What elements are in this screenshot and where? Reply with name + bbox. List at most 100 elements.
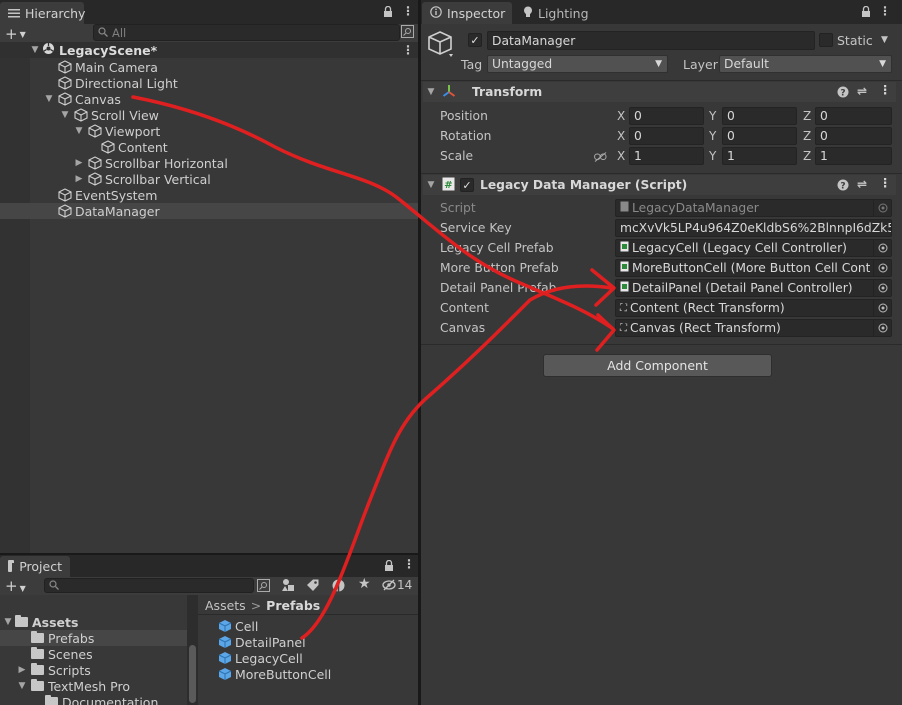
tree-item-documentation[interactable]: Documentation: [0, 694, 187, 705]
hierarchy-item-main-camera[interactable]: Main Camera: [0, 59, 418, 75]
hierarchy-item-directional-light[interactable]: Directional Light: [0, 75, 418, 91]
add-icon[interactable]: + ▼: [5, 25, 26, 43]
axis-x-label[interactable]: X: [617, 129, 625, 143]
object-picker-icon[interactable]: [873, 240, 891, 256]
lock-icon[interactable]: [861, 5, 871, 21]
scale-x-field[interactable]: 1: [629, 147, 704, 165]
tab-project[interactable]: Project: [0, 556, 70, 577]
fold-arrow-icon[interactable]: ▶: [74, 158, 84, 168]
fold-arrow-icon[interactable]: ▼: [74, 126, 84, 136]
object-picker-icon[interactable]: [873, 280, 891, 296]
position-x-field[interactable]: 0: [629, 107, 704, 125]
axis-z-label[interactable]: Z: [803, 129, 811, 143]
asset-item-morebuttoncell[interactable]: MoreButtonCell: [218, 666, 331, 682]
hierarchy-item-scrollbar-horizontal[interactable]: ▶ Scrollbar Horizontal: [0, 155, 418, 171]
hierarchy-item-eventsystem[interactable]: EventSystem: [0, 187, 418, 203]
tab-hierarchy[interactable]: Hierarchy: [0, 2, 85, 24]
scale-y-field[interactable]: 1: [722, 147, 797, 165]
component-menu-icon[interactable]: ⋮: [879, 83, 891, 97]
project-search-input[interactable]: [44, 578, 254, 593]
fold-arrow-icon[interactable]: ▼: [3, 617, 13, 627]
object-picker-icon[interactable]: [873, 320, 891, 336]
filter-log-icon[interactable]: [332, 579, 345, 595]
favorite-star-icon[interactable]: ★: [358, 576, 371, 592]
tree-item-scenes[interactable]: Scenes: [0, 646, 187, 662]
static-checkbox[interactable]: [819, 33, 833, 47]
hierarchy-search-input[interactable]: All: [93, 24, 400, 41]
more-button-prefab-field[interactable]: MoreButtonCell (More Button Cell Control…: [615, 259, 892, 277]
scale-z-field[interactable]: 1: [815, 147, 892, 165]
axis-y-label[interactable]: Y: [709, 149, 716, 163]
axis-x-label[interactable]: X: [617, 149, 625, 163]
hierarchy-item-datamanager[interactable]: DataManager: [0, 203, 418, 219]
content-field[interactable]: ⛶ Content (Rect Transform): [615, 299, 892, 317]
tab-lighting[interactable]: Lighting: [515, 2, 595, 24]
component-enabled-checkbox[interactable]: ✓: [460, 178, 474, 192]
add-component-button[interactable]: Add Component: [543, 354, 772, 377]
object-picker-icon[interactable]: [873, 200, 891, 216]
hierarchy-item-viewport[interactable]: ▼ Viewport: [0, 123, 418, 139]
object-picker-icon[interactable]: [873, 300, 891, 316]
tree-item-prefabs[interactable]: Prefabs: [0, 630, 187, 646]
hierarchy-item-scrollbar-vertical[interactable]: ▶ Scrollbar Vertical: [0, 171, 418, 187]
constrain-proportions-icon[interactable]: [594, 151, 607, 165]
more-menu-icon[interactable]: ⋮: [403, 557, 415, 571]
fold-arrow-icon[interactable]: ▼: [30, 45, 40, 55]
axis-z-label[interactable]: Z: [803, 109, 811, 123]
search-options-icon[interactable]: [257, 579, 270, 595]
breadcrumb-root[interactable]: Assets: [205, 598, 246, 613]
fold-arrow-icon[interactable]: ▶: [74, 174, 84, 184]
help-icon[interactable]: ?: [837, 86, 849, 101]
fold-arrow-icon[interactable]: ▼: [426, 180, 436, 190]
transform-header[interactable]: ▼ Transform ? ⇌ ⋮: [423, 82, 896, 102]
fold-arrow-icon[interactable]: ▼: [60, 110, 70, 120]
tree-item-scripts[interactable]: ▶ Scripts: [0, 662, 187, 678]
rotation-z-field[interactable]: 0: [815, 127, 892, 145]
object-picker-icon[interactable]: [873, 260, 891, 276]
active-checkbox[interactable]: ✓: [468, 33, 482, 47]
tree-item-textmesh-pro[interactable]: ▼ TextMesh Pro: [0, 678, 187, 694]
more-menu-icon[interactable]: ⋮: [402, 4, 414, 18]
script-component-header[interactable]: ▼ # ✓ Legacy Data Manager (Script) ? ⇌ ⋮: [423, 175, 896, 195]
axis-z-label[interactable]: Z: [803, 149, 811, 163]
fold-arrow-icon[interactable]: ▼: [44, 94, 54, 104]
legacy-cell-prefab-field[interactable]: LegacyCell (Legacy Cell Controller): [615, 239, 892, 257]
object-name-field[interactable]: DataManager: [487, 31, 815, 50]
service-key-field[interactable]: mcXvVk5LP4u964Z0eKldbS6%2BlnnpI6dZk520: [615, 219, 892, 237]
project-tree-scrollbar[interactable]: [187, 595, 198, 705]
tab-inspector[interactable]: Inspector: [422, 2, 512, 24]
hierarchy-item-content[interactable]: Content: [0, 139, 418, 155]
axis-x-label[interactable]: X: [617, 109, 625, 123]
filter-label-icon[interactable]: [306, 579, 319, 595]
fold-arrow-icon[interactable]: ▶: [17, 665, 27, 675]
layer-dropdown[interactable]: Default ▼: [719, 55, 892, 73]
tree-item-assets[interactable]: ▼ Assets: [0, 614, 187, 630]
asset-item-legacycell[interactable]: LegacyCell: [218, 650, 303, 666]
search-options-icon[interactable]: [401, 25, 414, 41]
position-z-field[interactable]: 0: [815, 107, 892, 125]
asset-item-detailpanel[interactable]: DetailPanel: [218, 634, 306, 650]
filter-type-icon[interactable]: [281, 578, 295, 595]
help-icon[interactable]: ?: [837, 179, 849, 194]
hierarchy-item-canvas[interactable]: ▼ Canvas: [0, 91, 418, 107]
preset-icon[interactable]: ⇌: [857, 84, 867, 98]
position-y-field[interactable]: 0: [722, 107, 797, 125]
hierarchy-item-scroll-view[interactable]: ▼ Scroll View: [0, 107, 418, 123]
add-icon[interactable]: + ▼: [5, 577, 26, 595]
lock-icon[interactable]: [383, 6, 393, 18]
scene-menu-icon[interactable]: ⋮: [402, 43, 414, 57]
component-menu-icon[interactable]: ⋮: [879, 176, 891, 190]
detail-panel-prefab-field[interactable]: DetailPanel (Detail Panel Controller): [615, 279, 892, 297]
breadcrumb-current[interactable]: Prefabs: [266, 598, 320, 613]
canvas-field[interactable]: ⛶ Canvas (Rect Transform): [615, 319, 892, 337]
fold-arrow-icon[interactable]: ▼: [426, 87, 436, 97]
lock-icon[interactable]: [384, 559, 394, 575]
asset-item-cell[interactable]: Cell: [218, 618, 258, 634]
scene-row[interactable]: ▼ LegacyScene*: [0, 42, 418, 58]
hidden-packages-icon[interactable]: 14: [382, 578, 412, 592]
tag-dropdown[interactable]: Untagged ▼: [487, 55, 668, 73]
scrollbar-thumb[interactable]: [189, 645, 196, 703]
rotation-x-field[interactable]: 0: [629, 127, 704, 145]
static-dropdown-icon[interactable]: ▼: [881, 35, 888, 45]
axis-y-label[interactable]: Y: [709, 129, 716, 143]
